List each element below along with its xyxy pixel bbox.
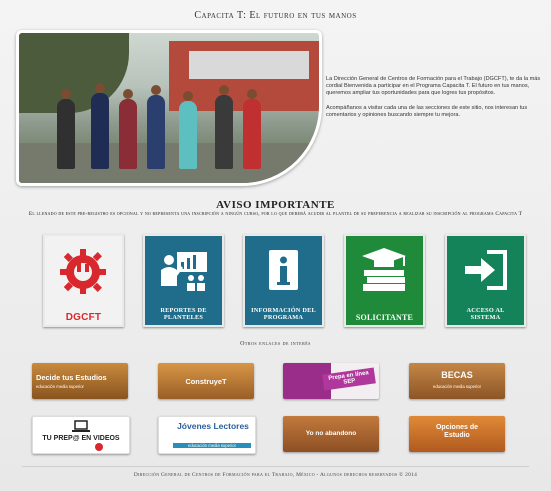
play-icon	[95, 443, 103, 451]
hero-photo	[16, 30, 322, 186]
link-label: Decide tus Estudios	[36, 373, 107, 382]
link-tu-prepa-en-videos[interactable]: TU PREP@ EN VIDEOS	[32, 416, 130, 454]
tile-dgcft[interactable]: DGCFT	[43, 234, 124, 327]
presentation-icon	[161, 252, 207, 291]
link-label: ConstruyeT	[185, 377, 227, 386]
footer-divider	[22, 466, 529, 467]
link-sublabel: educación media superior	[173, 443, 251, 448]
link-jovenes-lectores[interactable]: Jóvenes Lectores educación media superio…	[158, 416, 256, 454]
page-title: Capacita T: El futuro en tus manos	[194, 10, 357, 21]
link-opciones-de-estudio[interactable]: Opciones de Estudio	[409, 416, 505, 452]
link-label: Opciones de Estudio	[435, 424, 478, 439]
link-sublabel: educación media superior	[433, 384, 481, 389]
link-sublabel: educación media superior	[36, 384, 84, 389]
notice-text: El llenado de este pre-registro es opcio…	[28, 211, 523, 217]
tile-solicitante[interactable]: SOLICITANTE	[344, 234, 425, 327]
info-icon	[269, 250, 298, 290]
login-icon	[465, 250, 507, 290]
link-label: Jóvenes Lectores	[177, 421, 249, 431]
books-graduation-icon	[362, 248, 406, 291]
tile-label: SOLICITANTE	[355, 313, 414, 322]
link-label: BECAS	[441, 370, 473, 380]
tile-informacion-del-programa[interactable]: INFORMACIÓN DEL PROGRAMA	[243, 234, 324, 327]
link-becas[interactable]: BECAS educación media superior	[409, 363, 505, 399]
intro-paragraph-2: Acompáñanos a visitar cada una de las se…	[326, 105, 528, 118]
notice-title: AVISO IMPORTANTE	[216, 199, 335, 211]
link-label: Yo no abandono	[305, 430, 357, 437]
tile-label: ACCESO AL SISTEMA	[466, 307, 505, 321]
tile-acceso-al-sistema[interactable]: ACCESO AL SISTEMA	[445, 234, 526, 327]
intro-text: La Dirección General de Centros de Forma…	[326, 76, 548, 127]
link-label: TU PREP@ EN VIDEOS	[42, 435, 120, 442]
gear-icon	[60, 249, 106, 294]
intro-paragraph-1: La Dirección General de Centros de Forma…	[326, 76, 541, 96]
tile-label: INFORMACIÓN DEL PROGRAMA	[251, 307, 316, 321]
link-yo-no-abandono[interactable]: Yo no abandono	[283, 416, 379, 452]
link-decide-tus-estudios[interactable]: Decide tus Estudios educación media supe…	[32, 363, 128, 399]
laptop-icon	[72, 420, 90, 432]
tile-label: REPORTES DE PLANTELES	[160, 307, 207, 321]
link-prepa-en-linea-sep[interactable]: Prepa en línea SEP	[283, 363, 379, 399]
link-construyet[interactable]: ConstruyeT	[158, 363, 254, 399]
other-links-title: Otros enlaces de interés	[240, 341, 311, 347]
tile-reportes-de-planteles[interactable]: REPORTES DE PLANTELES	[143, 234, 224, 327]
footer-text: Dirección General de Centros de Formació…	[133, 472, 418, 478]
tile-label: DGCFT	[65, 312, 102, 323]
